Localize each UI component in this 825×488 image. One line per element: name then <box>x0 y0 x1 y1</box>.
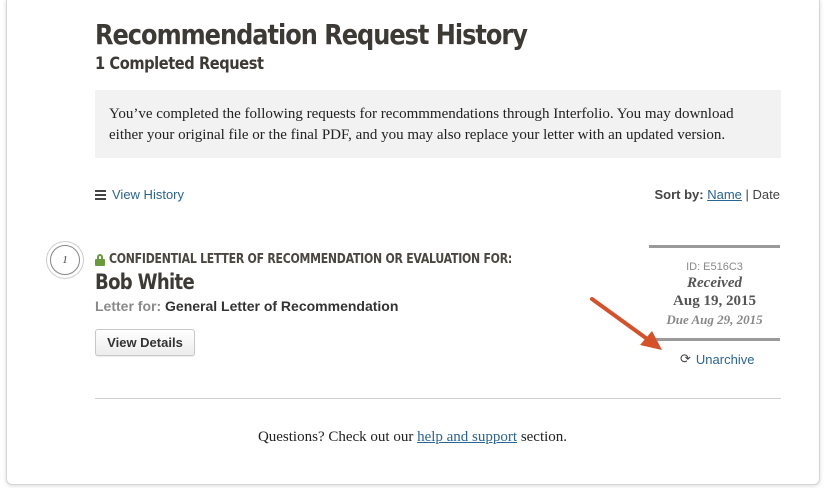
confidential-label: CONFIDENTIAL LETTER OF RECOMMENDATION OR… <box>109 252 512 267</box>
sort-controls: Sort by: Name | Date <box>654 187 780 202</box>
letter-for-value: General Letter of Recommendation <box>165 298 399 314</box>
recipient-name: Bob White <box>95 270 195 294</box>
footer-help-text: Questions? Check out our help and suppor… <box>0 429 825 446</box>
page-subtitle: 1 Completed Request <box>95 54 264 74</box>
due-date: Due Aug 29, 2015 <box>666 312 763 327</box>
letter-for-label: Letter for: <box>95 298 162 314</box>
request-status-panel: ID: E516C3 Received Aug 19, 2015 Due Aug… <box>649 245 780 341</box>
confidential-header: CONFIDENTIAL LETTER OF RECOMMENDATION OR… <box>95 252 589 267</box>
view-history-link[interactable]: View History <box>95 187 184 202</box>
received-date: Aug 19, 2015 <box>673 293 756 309</box>
view-history-label: View History <box>112 187 185 202</box>
footer-prefix: Questions? Check out our <box>257 429 414 445</box>
sort-by-date-option[interactable]: Date <box>753 187 780 202</box>
unarchive-label: Unarchive <box>695 351 755 367</box>
request-id: ID: E516C3 <box>686 261 743 273</box>
unarchive-link[interactable]: ⟳ Unarchive <box>680 351 754 367</box>
status-label: Received <box>687 275 742 291</box>
list-icon <box>95 189 106 200</box>
request-number-badge: 1 <box>50 245 80 275</box>
annotation-arrow-icon <box>590 297 662 350</box>
sort-by-name-link[interactable]: Name <box>707 187 742 202</box>
info-notice: You’ve completed the following requests … <box>95 90 781 158</box>
divider <box>95 398 781 399</box>
letter-for-row: Letter for: General Letter of Recommenda… <box>95 298 398 314</box>
footer-suffix: section. <box>520 429 568 445</box>
help-and-support-link[interactable]: help and support <box>417 429 517 445</box>
page-title: Recommendation Request History <box>95 18 528 51</box>
sort-separator: | <box>745 187 749 202</box>
refresh-icon: ⟳ <box>680 351 691 366</box>
view-details-button[interactable]: View Details <box>95 329 195 356</box>
sort-label: Sort by: <box>654 187 704 202</box>
lock-icon <box>95 253 105 266</box>
